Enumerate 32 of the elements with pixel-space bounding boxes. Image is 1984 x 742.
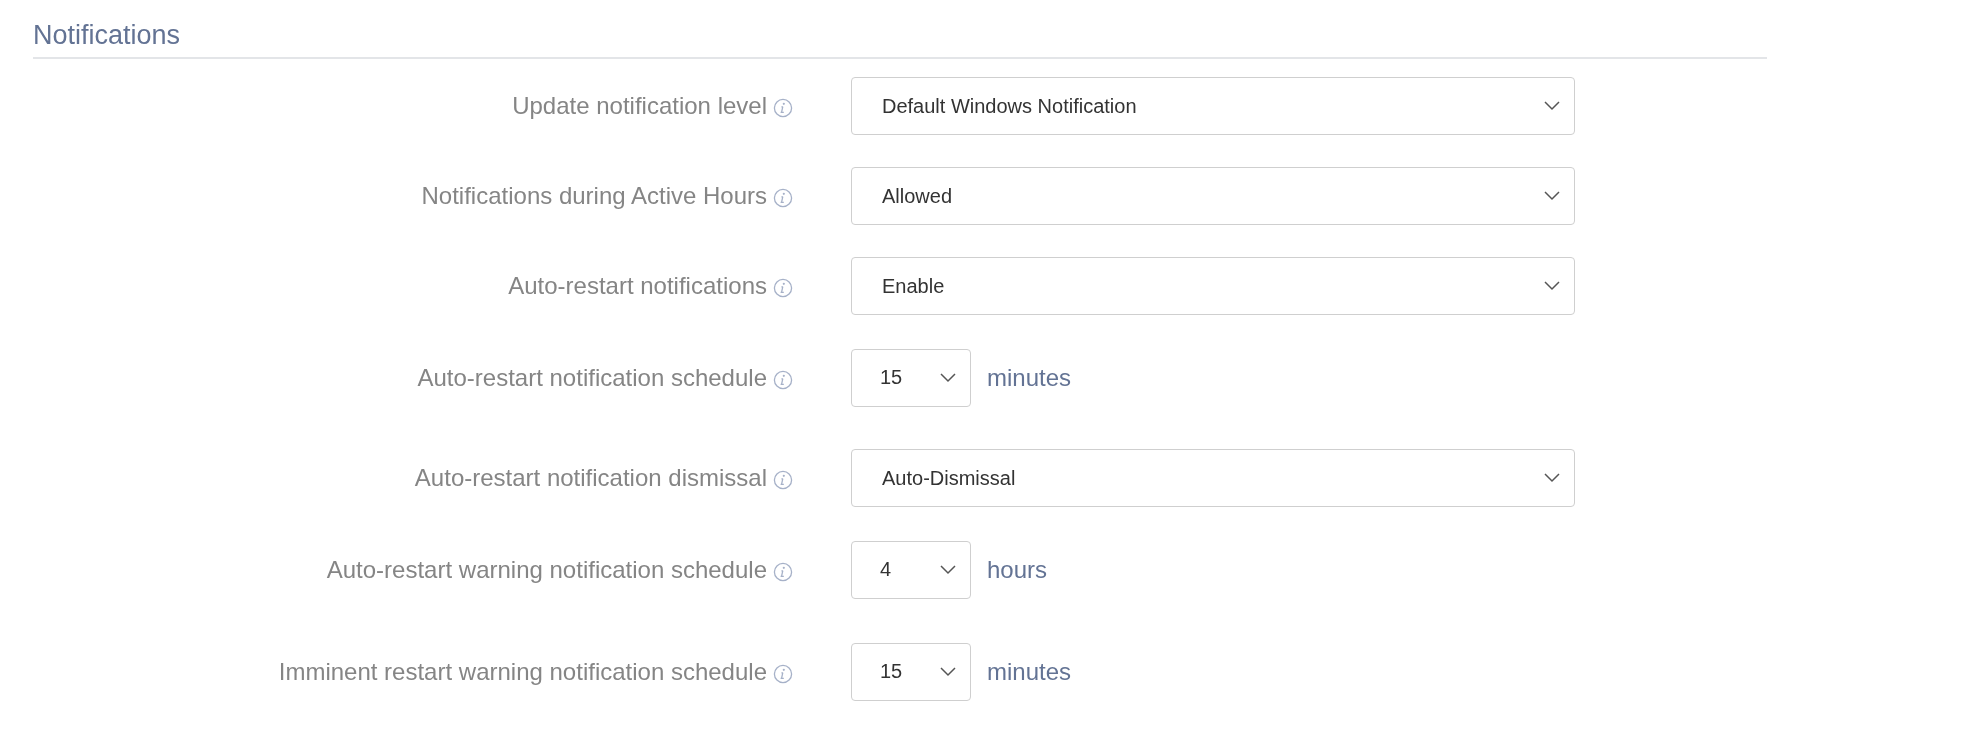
chevron-down-icon [1544, 281, 1560, 291]
chevron-down-icon [940, 666, 956, 677]
section-title: Notifications [33, 20, 181, 50]
chevron-down-icon [940, 372, 956, 383]
dropdown-select[interactable]: 15 [851, 348, 971, 407]
field-label: Update notification level [512, 92, 767, 120]
field-label: Notifications during Active Hours [421, 182, 767, 210]
dropdown-select[interactable]: 15 [851, 642, 971, 701]
info-icon[interactable] [773, 663, 793, 684]
info-icon[interactable] [773, 470, 793, 490]
dropdown-select[interactable]: 4 [851, 540, 971, 599]
field-label: Auto-restart warning notification schedule [326, 555, 767, 584]
chevron-down-icon [1544, 473, 1560, 483]
field-label: Imminent restart warning notification schedule [278, 657, 767, 686]
chevron-down-icon [1544, 191, 1560, 201]
dropdown-select[interactable]: Auto-Dismissal [851, 449, 1575, 507]
dropdown-select[interactable]: Enable [851, 257, 1575, 315]
chevron-down-icon [1544, 101, 1560, 111]
dropdown-select[interactable]: Allowed [851, 167, 1575, 225]
dropdown-select[interactable]: Default Windows Notification [851, 77, 1575, 135]
info-icon[interactable] [773, 98, 793, 118]
info-icon[interactable] [773, 278, 793, 298]
info-icon[interactable] [773, 561, 793, 582]
info-icon[interactable] [773, 369, 793, 390]
field-label: Auto-restart notification schedule [417, 363, 767, 392]
chevron-down-icon [940, 564, 956, 575]
unit-label: hours [987, 555, 1048, 584]
unit-label: minutes [987, 657, 1072, 686]
field-label: Auto-restart notifications [508, 272, 767, 300]
info-icon[interactable] [773, 188, 793, 208]
unit-label: minutes [987, 363, 1072, 392]
field-label: Auto-restart notification dismissal [414, 464, 767, 492]
